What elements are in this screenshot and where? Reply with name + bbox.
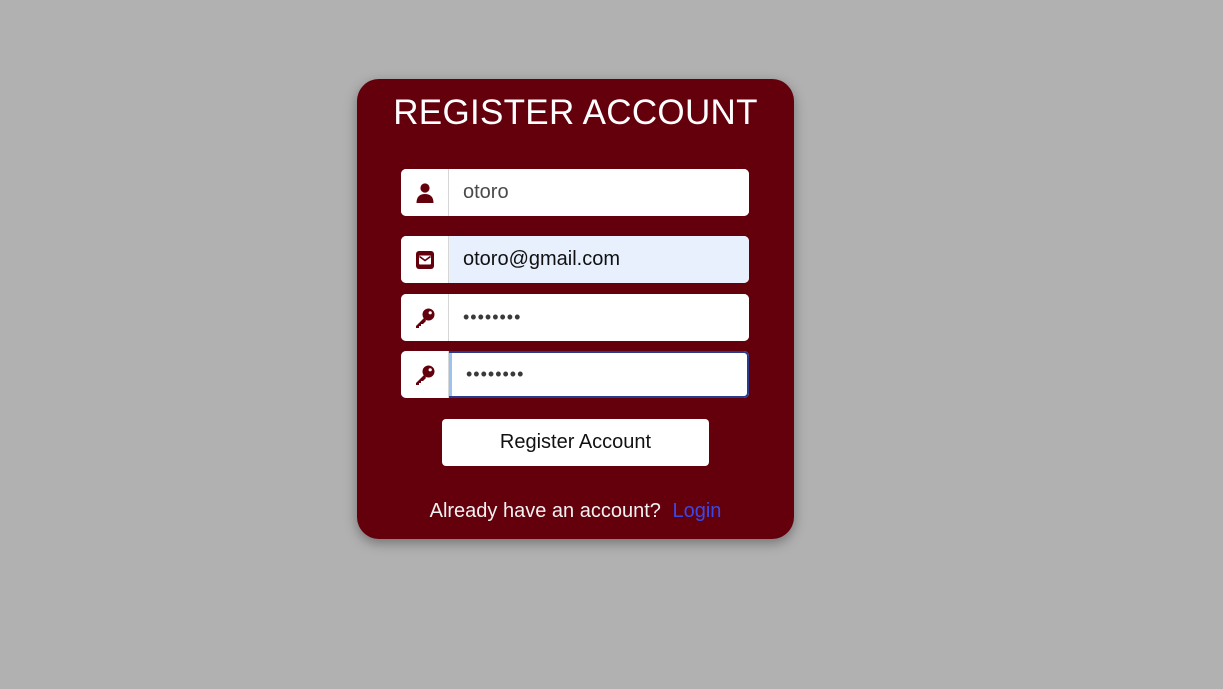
login-prompt: Already have an account? Login bbox=[357, 500, 794, 523]
password-input[interactable] bbox=[449, 294, 749, 341]
register-card: REGISTER ACCOUNT otoro otoro@gmail.com R… bbox=[357, 79, 794, 539]
username-input[interactable] bbox=[449, 169, 749, 216]
login-link[interactable]: Login bbox=[672, 500, 721, 522]
already-have-account-text: Already have an account? bbox=[429, 500, 661, 522]
email-input[interactable] bbox=[449, 236, 749, 283]
register-account-button[interactable]: Register Account bbox=[442, 419, 709, 466]
email-field-group bbox=[401, 236, 749, 283]
username-field-group bbox=[401, 169, 749, 216]
key-icon bbox=[401, 351, 449, 398]
confirm-password-input[interactable] bbox=[449, 353, 747, 396]
password-field-group bbox=[401, 294, 749, 341]
user-icon bbox=[401, 169, 449, 216]
page-title: REGISTER ACCOUNT bbox=[393, 93, 758, 132]
envelope-icon bbox=[401, 236, 449, 283]
key-icon bbox=[401, 294, 449, 341]
confirm-password-field-group bbox=[401, 351, 749, 398]
